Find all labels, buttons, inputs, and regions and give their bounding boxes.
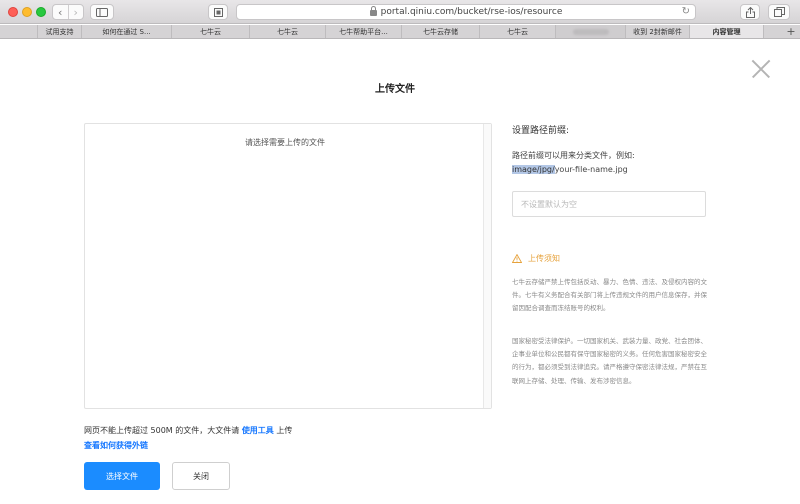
- history-nav: ‹ ›: [52, 4, 84, 20]
- reader-icon: [213, 7, 223, 17]
- url-text: portal.qiniu.com/bucket/rse-ios/resource: [380, 7, 563, 17]
- limit-prefix: 网页不能上传超过 500M 的文件，大文件请: [84, 426, 242, 435]
- browser-tab[interactable]: 七牛云: [172, 25, 250, 38]
- share-button[interactable]: [740, 4, 760, 20]
- sidebar-icon: [96, 7, 108, 17]
- blurred-tab-label: [572, 28, 609, 35]
- prefix-example-rest: your-file-name.jpg: [554, 165, 628, 174]
- dialog-title: 上传文件: [375, 84, 415, 95]
- reload-icon[interactable]: ↻: [682, 6, 690, 17]
- browser-tab[interactable]: 收到 2封新邮件: [626, 25, 690, 38]
- back-icon[interactable]: ‹: [53, 5, 68, 19]
- sidebar-toggle-button[interactable]: [90, 4, 114, 20]
- window-zoom-button[interactable]: [36, 7, 46, 17]
- tab-bar: 试用支持 如何在通过 S... 七牛云 七牛云 七牛帮助平台... 七牛云存储 七牛云 收到 …: [0, 25, 800, 39]
- prefix-input[interactable]: [512, 191, 706, 217]
- close-button[interactable]: 关闭: [172, 462, 230, 490]
- new-tab-icon[interactable]: +: [782, 25, 800, 38]
- prefix-example: image/jpg/your-file-name.jpg: [512, 165, 628, 174]
- notice-paragraph: 七牛云存储严禁上传包括反动、暴力、色情、违法、及侵权内容的文件。七牛有义务配合有…: [512, 278, 707, 313]
- warning-icon: [512, 254, 522, 263]
- dropzone-scrollbar[interactable]: [483, 124, 491, 408]
- prefix-title: 设置路径前缀:: [512, 126, 570, 136]
- prefix-description: 路径前缀可以用来分类文件，例如:: [512, 151, 635, 160]
- limit-suffix: 上传: [273, 426, 293, 435]
- notice-header: 上传须知: [512, 253, 560, 264]
- browser-tab[interactable]: [556, 25, 626, 38]
- external-link-help[interactable]: 查看如何获得外链: [84, 440, 148, 451]
- browser-tab[interactable]: 七牛帮助平台...: [326, 25, 402, 38]
- file-dropzone[interactable]: 请选择需要上传的文件: [84, 123, 492, 409]
- dropzone-hint: 请选择需要上传的文件: [245, 138, 325, 147]
- lock-icon: [369, 6, 377, 16]
- address-bar[interactable]: portal.qiniu.com/bucket/rse-ios/resource…: [236, 4, 696, 20]
- browser-tab[interactable]: 七牛云存储: [402, 25, 480, 38]
- select-file-button[interactable]: 选择文件: [84, 462, 160, 490]
- browser-tab[interactable]: 如何在通过 S...: [82, 25, 172, 38]
- use-tool-link[interactable]: 使用工具: [242, 426, 274, 435]
- upload-limit-text: 网页不能上传超过 500M 的文件，大文件请 使用工具 上传: [84, 425, 292, 436]
- window-minimize-button[interactable]: [22, 7, 32, 17]
- window-close-button[interactable]: [8, 7, 18, 17]
- reader-button[interactable]: [208, 4, 228, 20]
- browser-tab[interactable]: 试用支持: [38, 25, 82, 38]
- tabs-icon: [773, 7, 785, 17]
- notice-title: 上传须知: [528, 254, 560, 263]
- browser-tab[interactable]: 七牛云: [480, 25, 556, 38]
- browser-tab[interactable]: [0, 25, 38, 38]
- browser-tab[interactable]: 七牛云: [250, 25, 326, 38]
- prefix-example-highlight: image/jpg/: [512, 165, 555, 174]
- show-tabs-button[interactable]: [768, 4, 790, 20]
- browser-tab[interactable]: 内容管理: [690, 25, 764, 38]
- close-icon[interactable]: [752, 60, 770, 78]
- share-icon: [745, 6, 755, 18]
- notice-paragraph: 国家秘密受法律保护。一切国家机关、武装力量、政党、社会团体、企事业单位和公民都有…: [512, 337, 707, 385]
- browser-toolbar: ‹ › portal.qiniu.com/bucket/rse-ios/reso…: [0, 0, 800, 24]
- forward-icon[interactable]: ›: [67, 5, 84, 19]
